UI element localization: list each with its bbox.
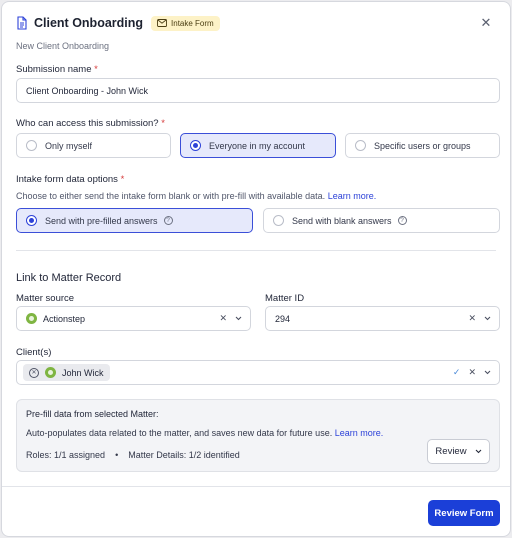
help-circle-icon[interactable]: ? (397, 216, 407, 225)
prefill-stats: Roles: 1/1 assigned • Matter Details: 1/… (26, 450, 240, 460)
learn-more-link[interactable]: Learn more. (335, 428, 384, 438)
modal-subtitle: New Client Onboarding (16, 41, 110, 51)
actionstep-logo-icon (26, 313, 37, 324)
access-option-only-myself[interactable]: Only myself (16, 133, 171, 158)
remove-circle-icon[interactable]: ✕ (29, 367, 39, 378)
caret-down-icon[interactable] (235, 316, 242, 321)
access-option-label: Only myself (45, 140, 93, 151)
review-button-label: Review (435, 446, 467, 457)
prefill-panel: Pre-fill data from selected Matter: Auto… (16, 399, 500, 472)
matter-id-label: Matter ID (265, 293, 305, 304)
modal-header: Client Onboarding Intake Form New Client… (16, 14, 496, 54)
required-mark: * (120, 174, 125, 185)
matter-id-select[interactable]: 294 ✕ (265, 306, 500, 331)
client-chip: ✕ John Wick (23, 364, 110, 381)
access-option-everyone[interactable]: Everyone in my account (180, 133, 336, 158)
access-option-specific-users[interactable]: Specific users or groups (345, 133, 500, 158)
radio-icon (355, 140, 366, 151)
client-chip-label: John Wick (62, 367, 104, 378)
review-button[interactable]: Review (427, 439, 490, 464)
close-icon[interactable]: ✕ (479, 15, 493, 30)
prefill-description-text: Auto-populates data related to the matte… (26, 428, 333, 438)
bullet-separator: • (115, 450, 119, 460)
required-mark: * (94, 64, 98, 75)
badge-label: Intake Form (171, 18, 214, 28)
intake-option-label: Send with blank answers (292, 215, 392, 226)
matter-details-status: Matter Details: 1/2 identified (128, 450, 240, 460)
roles-status: Roles: 1/1 assigned (26, 450, 106, 460)
radio-icon (273, 215, 284, 226)
matter-source-label: Matter source (16, 293, 75, 304)
learn-more-link[interactable]: Learn more. (328, 191, 377, 201)
submission-name-label-text: Submission name (16, 64, 92, 75)
chevron-down-icon[interactable] (484, 370, 491, 375)
matter-source-value: Actionstep (43, 313, 86, 324)
clear-x-icon[interactable]: ✕ (468, 313, 476, 324)
submission-name-value: Client Onboarding - John Wick (26, 85, 149, 96)
clear-x-icon[interactable]: ✕ (468, 367, 476, 378)
matter-source-select[interactable]: Actionstep ✕ (16, 306, 251, 331)
clients-multiselect[interactable]: ✕ John Wick ✓ ✕ (16, 360, 500, 385)
check-icon: ✓ (452, 367, 461, 377)
mail-icon (157, 19, 167, 27)
intake-option-blank[interactable]: Send with blank answers ? (263, 208, 500, 233)
matter-id-value: 294 (275, 313, 291, 324)
modal-title: Client Onboarding (34, 16, 144, 30)
access-option-label: Everyone in my account (209, 140, 306, 151)
radio-icon (26, 140, 37, 151)
access-label-text: Who can access this submission? (16, 118, 159, 129)
required-mark: * (161, 118, 165, 129)
submission-name-input[interactable]: Client Onboarding - John Wick (16, 78, 500, 103)
prefill-description: Auto-populates data related to the matte… (26, 428, 383, 438)
clients-label: Client(s) (16, 347, 52, 358)
intake-label-text: Intake form data options (16, 174, 118, 185)
radio-selected-icon (26, 215, 37, 226)
actionstep-logo-icon (45, 367, 56, 378)
radio-selected-icon (190, 140, 201, 151)
document-icon (16, 16, 28, 30)
access-label: Who can access this submission? * (16, 118, 165, 129)
section-title-matter: Link to Matter Record (16, 272, 122, 284)
intake-description-text: Choose to either send the intake form bl… (16, 191, 326, 201)
chevron-down-icon[interactable] (484, 316, 491, 321)
chevron-down-icon (475, 449, 482, 454)
prefill-title: Pre-fill data from selected Matter: (26, 409, 159, 419)
intake-form-badge: Intake Form (151, 15, 220, 31)
footer-divider (2, 486, 510, 487)
client-onboarding-modal: Client Onboarding Intake Form New Client… (1, 1, 511, 537)
intake-description: Choose to either send the intake form bl… (16, 191, 376, 201)
submission-name-label: Submission name * (16, 64, 98, 75)
review-form-button[interactable]: Review Form (428, 500, 500, 526)
intake-options-label: Intake form data options * (16, 174, 124, 185)
access-option-label: Specific users or groups (374, 140, 471, 151)
divider (16, 250, 496, 251)
clear-x-icon[interactable]: ✕ (219, 313, 227, 324)
intake-option-label: Send with pre-filled answers (45, 215, 158, 226)
intake-option-prefilled[interactable]: Send with pre-filled answers ? (16, 208, 253, 233)
help-circle-icon[interactable]: ? (163, 216, 173, 225)
